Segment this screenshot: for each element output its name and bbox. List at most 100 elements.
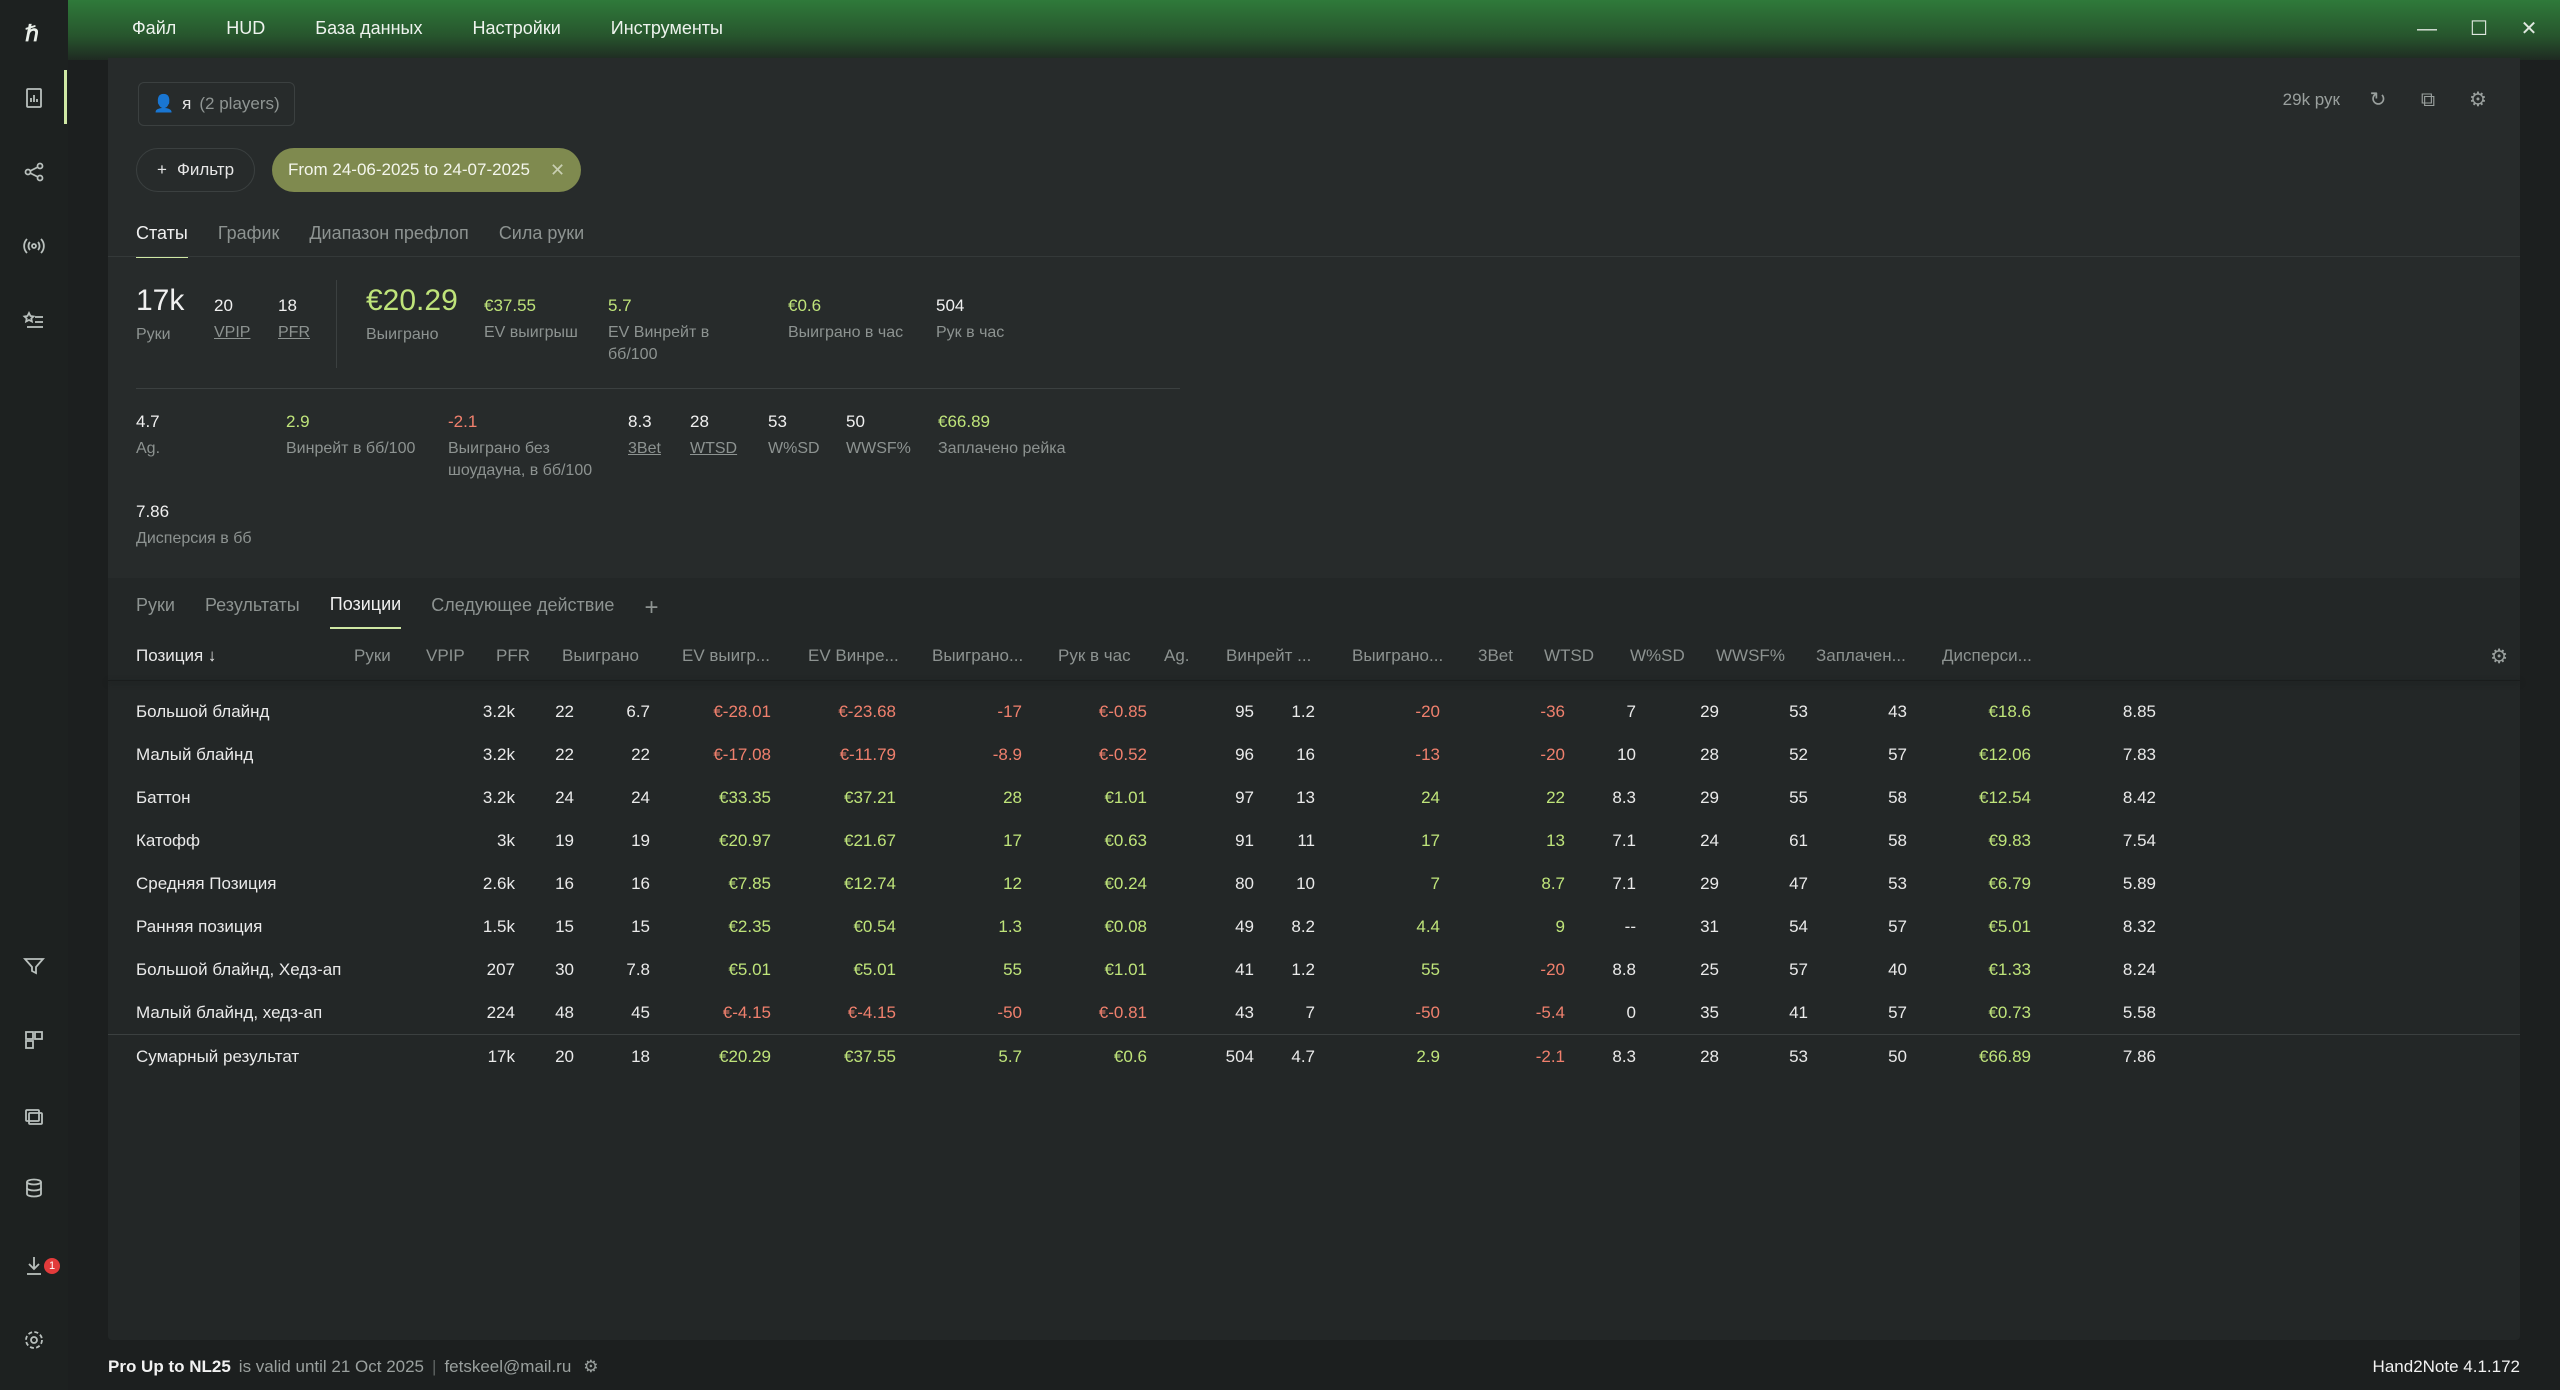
- table-cell: 6.7: [626, 702, 650, 721]
- minimize-button[interactable]: —: [2412, 14, 2442, 44]
- date-range-chip[interactable]: From 24-06-2025 to 24-07-2025 ✕: [272, 148, 582, 192]
- table-cell: 5.58: [2122, 1003, 2156, 1022]
- settings-icon[interactable]: [14, 1320, 54, 1360]
- table-cell: 22: [631, 745, 650, 764]
- column-header[interactable]: EV Винре...: [808, 646, 899, 666]
- tab-preflop-range[interactable]: Диапазон префлоп: [309, 223, 468, 258]
- total-row[interactable]: Сумарный результат 17k 20 18 €20.29 €37.55 5.7…: [108, 1035, 2520, 1078]
- date-range-label: From 24-06-2025 to 24-07-2025: [288, 160, 530, 179]
- starred-list-icon[interactable]: [14, 302, 54, 342]
- stat-ev-winrate: 5.7 EV Винрейт в бб/100: [608, 296, 710, 363]
- column-header[interactable]: Рук в час: [1058, 646, 1131, 666]
- layers-icon[interactable]: [14, 1096, 54, 1136]
- column-header[interactable]: Выиграно...: [932, 646, 1023, 666]
- menu-tools[interactable]: Инструменты: [611, 18, 723, 39]
- divider: [336, 280, 337, 368]
- column-header[interactable]: Заплачен...: [1816, 646, 1906, 666]
- tab-positions[interactable]: Позиции: [329, 594, 402, 629]
- gear-icon[interactable]: ⚙: [2466, 88, 2490, 112]
- stats-area: [108, 58, 2520, 578]
- table-cell: 29: [1700, 702, 1719, 721]
- popout-icon[interactable]: ⧉: [2416, 88, 2440, 112]
- account-email[interactable]: fetskeel@mail.ru: [444, 1357, 571, 1377]
- table-cell: €12.06: [1979, 745, 2031, 764]
- column-header[interactable]: WTSD: [1544, 646, 1594, 666]
- column-header[interactable]: EV выигр...: [682, 646, 770, 666]
- table-settings-icon[interactable]: ⚙: [2490, 644, 2508, 669]
- status-bar: Pro Up to NL25 is valid until 21 Oct 202…: [108, 1355, 2520, 1379]
- table-row[interactable]: Большой блайнд 3.2k 22 6.7 €-28.01 €-23.68 -17…: [108, 690, 2520, 733]
- tab-hands[interactable]: Руки: [136, 595, 175, 628]
- add-filter-button[interactable]: + Фильтр: [136, 148, 256, 192]
- table-cell: €5.01: [728, 960, 771, 979]
- database-icon[interactable]: [14, 1168, 54, 1208]
- table-cell: 15: [555, 917, 574, 936]
- tab-stats[interactable]: Статы: [136, 223, 188, 258]
- separator: |: [432, 1357, 437, 1376]
- refresh-icon[interactable]: ↻: [2366, 88, 2390, 112]
- table-row[interactable]: Малый блайнд, хедз-ап 224 48 45 €-4.15 €-4.15…: [108, 991, 2520, 1034]
- table-cell: 8.3: [1612, 1047, 1636, 1066]
- table-cell: 57: [1888, 917, 1907, 936]
- table-cell: 53: [1789, 702, 1808, 721]
- table-cell: 7: [1305, 1003, 1315, 1022]
- app-version: Hand2Note 4.1.172: [2372, 1357, 2520, 1376]
- broadcast-icon[interactable]: [14, 226, 54, 266]
- column-header[interactable]: Руки: [354, 646, 391, 666]
- table-cell: 49: [1235, 917, 1254, 936]
- column-header[interactable]: Винрейт ...: [1226, 646, 1311, 666]
- reports-icon[interactable]: [14, 78, 54, 118]
- table-cell: 55: [1003, 960, 1022, 979]
- header-divider: [108, 680, 2520, 681]
- column-header[interactable]: WWSF%: [1716, 646, 1785, 666]
- gear-icon[interactable]: ⚙: [583, 1357, 598, 1377]
- close-icon[interactable]: ✕: [550, 160, 565, 181]
- row-label: Малый блайнд: [136, 745, 254, 764]
- close-button[interactable]: ✕: [2514, 14, 2544, 44]
- column-header[interactable]: 3Bet: [1478, 646, 1513, 666]
- menu-file[interactable]: Файл: [132, 18, 176, 39]
- player-name: я: [182, 94, 192, 113]
- tab-next-action[interactable]: Следующее действие: [431, 595, 614, 628]
- table-row[interactable]: Средняя Позиция 2.6k 16 16 €7.85 €12.74 12 €0.2…: [108, 862, 2520, 905]
- column-header[interactable]: Ag.: [1164, 646, 1190, 666]
- share-nodes-icon[interactable]: [14, 152, 54, 192]
- table-cell: 58: [1888, 831, 1907, 850]
- table-cell: 47: [1789, 874, 1808, 893]
- stat-won-no-showdown: -2.1 Выиграно без шоудауна, в бб/100: [448, 412, 593, 479]
- table-row[interactable]: Большой блайнд, Хедз-ап 207 30 7.8 €5.01 €5.0…: [108, 948, 2520, 991]
- table-row[interactable]: Баттон 3.2k 24 24 €33.35 €37.21 28 €1.01 97 13 24 2…: [108, 776, 2520, 819]
- table-row[interactable]: Катофф 3k 19 19 €20.97 €21.67 17 €0.63 91 11 17 13 7…: [108, 819, 2520, 862]
- stat-wtsd: 28 WTSD: [690, 412, 738, 457]
- layout-icon[interactable]: [14, 1020, 54, 1060]
- filter-icon[interactable]: [14, 946, 54, 986]
- table-row[interactable]: Ранняя позиция 1.5k 15 15 €2.35 €0.54 1.3 €0.08…: [108, 905, 2520, 948]
- stat-won: €20.29 Выиграно: [366, 284, 458, 343]
- menu-settings[interactable]: Настройки: [472, 18, 560, 39]
- table-cell: 7.1: [1612, 874, 1636, 893]
- table-cell: €33.35: [719, 788, 771, 807]
- stat-winrate: 2.9 Винрейт в бб/100: [286, 412, 416, 457]
- tab-results[interactable]: Результаты: [205, 595, 300, 628]
- tab-graph[interactable]: График: [218, 223, 280, 258]
- column-header[interactable]: W%SD: [1630, 646, 1685, 666]
- table-cell: 8.42: [2122, 788, 2156, 807]
- column-header[interactable]: Выиграно...: [1352, 646, 1443, 666]
- menu-hud[interactable]: HUD: [226, 18, 265, 39]
- table-cell: €2.35: [728, 917, 771, 936]
- column-header[interactable]: PFR: [496, 646, 530, 666]
- column-header[interactable]: VPIP: [426, 646, 465, 666]
- column-header[interactable]: Выиграно: [562, 646, 639, 666]
- maximize-button[interactable]: ☐: [2464, 14, 2494, 44]
- add-tab-icon[interactable]: +: [644, 594, 658, 622]
- table-row[interactable]: Малый блайнд 3.2k 22 22 €-17.08 €-11.79 -8.9 €-…: [108, 733, 2520, 776]
- player-selector[interactable]: 👤 я (2 players): [138, 82, 295, 126]
- column-header[interactable]: Дисперси...: [1942, 646, 2032, 666]
- filter-label: Фильтр: [176, 160, 235, 179]
- menu-database[interactable]: База данных: [315, 18, 422, 39]
- column-header[interactable]: Позиция ↓: [136, 646, 216, 666]
- tab-hand-strength[interactable]: Сила руки: [499, 223, 584, 258]
- table-cell: 55: [1789, 788, 1808, 807]
- table-cell: 224: [486, 1003, 515, 1022]
- table-cell: 16: [1296, 745, 1315, 764]
